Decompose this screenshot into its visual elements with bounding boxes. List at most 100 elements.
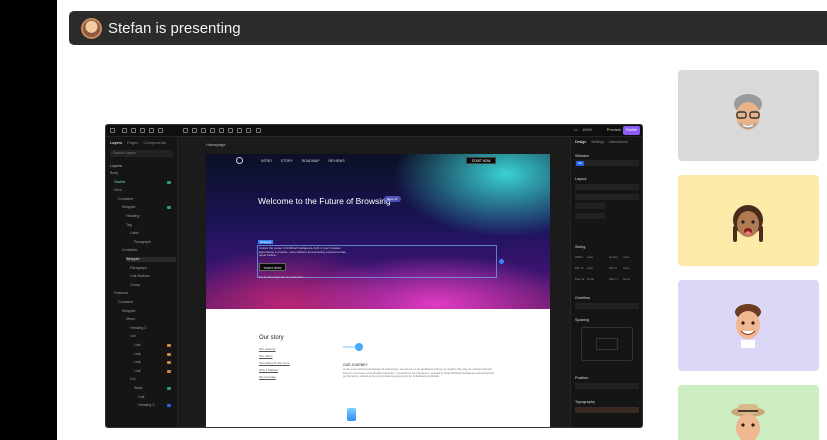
- pages-icon[interactable]: [131, 128, 136, 133]
- hero-start-button[interactable]: START NOW: [259, 263, 286, 271]
- zoom-level[interactable]: 100%: [582, 127, 592, 132]
- layer-item[interactable]: Body: [110, 171, 176, 176]
- display-toggle[interactable]: [575, 184, 639, 190]
- publish-button[interactable]: Publish: [623, 126, 640, 135]
- spacing-box[interactable]: [581, 327, 633, 361]
- layers-heading: Layers: [110, 163, 123, 168]
- story-link[interactable]: Our vision: [259, 354, 273, 358]
- layer-item[interactable]: Wrapper: [122, 309, 176, 314]
- hero-description[interactable]: Unlock the power of Artificial Intellige…: [259, 246, 349, 258]
- sizing-value[interactable]: Auto: [623, 255, 629, 259]
- layer-tag-icon: [167, 387, 171, 390]
- direction-row[interactable]: [575, 194, 639, 200]
- preview-button[interactable]: Preview: [607, 127, 621, 132]
- sizing-value[interactable]: None: [587, 277, 594, 281]
- padding-box[interactable]: [596, 338, 618, 350]
- selector-field[interactable]: Div: [575, 160, 639, 166]
- video-tool-icon[interactable]: [210, 128, 215, 133]
- sizing-value[interactable]: Auto: [623, 266, 629, 270]
- resize-handle[interactable]: [499, 259, 504, 264]
- layer-item[interactable]: Link Buttons: [130, 274, 176, 279]
- font-select[interactable]: [575, 407, 639, 413]
- layer-item[interactable]: Group: [130, 283, 176, 288]
- story-link[interactable]: Innovating AI Our Core: [259, 361, 290, 365]
- tab-components[interactable]: Components: [143, 140, 166, 145]
- logo-icon[interactable]: [110, 128, 115, 133]
- image-tool-icon[interactable]: [201, 128, 206, 133]
- components-icon[interactable]: [140, 128, 145, 133]
- code-tool-icon[interactable]: [228, 128, 233, 133]
- sizing-label: Min H: [609, 266, 617, 270]
- assets-icon[interactable]: [149, 128, 154, 133]
- gap-row[interactable]: [575, 213, 605, 219]
- nav-item-roadmap[interactable]: ROADMAP: [302, 159, 320, 163]
- sizing-value[interactable]: Auto: [587, 266, 593, 270]
- participant-tile[interactable]: [678, 70, 819, 161]
- layer-item[interactable]: Col: [130, 377, 176, 382]
- layer-item[interactable]: Container: [122, 248, 176, 253]
- layer-item[interactable]: Heading: [126, 214, 176, 219]
- nav-item-story[interactable]: STORY: [281, 159, 293, 163]
- tab-interactions[interactable]: Interactions: [609, 140, 628, 144]
- section-selector: Selector: [575, 154, 589, 158]
- layer-item[interactable]: Hero: [114, 188, 176, 193]
- text-tool-icon[interactable]: [192, 128, 197, 133]
- tab-pages[interactable]: Pages: [127, 140, 138, 145]
- layer-item[interactable]: Link: [138, 395, 176, 400]
- frame-tool-icon[interactable]: [183, 128, 188, 133]
- section-overflow: Overflow: [575, 296, 590, 300]
- layer-item[interactable]: Menu: [126, 317, 176, 322]
- layers-search-input[interactable]: Search Layers: [110, 150, 173, 157]
- participant-tile[interactable]: [678, 175, 819, 266]
- settings-tool-icon[interactable]: [256, 128, 261, 133]
- selector-chip[interactable]: Div: [576, 160, 584, 166]
- tab-layers[interactable]: Layers: [110, 140, 122, 145]
- overflow-row[interactable]: [575, 303, 639, 309]
- layer-item[interactable]: List: [130, 334, 176, 339]
- sizing-value[interactable]: None: [623, 277, 630, 281]
- hero-section[interactable]: INTRO STORY ROADMAP REVIEWS START NOW We…: [206, 154, 550, 309]
- link-tool-icon[interactable]: [219, 128, 224, 133]
- add-icon[interactable]: [122, 128, 127, 133]
- shape-tool-icon[interactable]: [237, 128, 242, 133]
- story-link[interactable]: Our Journey: [259, 347, 276, 351]
- shared-screen[interactable]: ▭ 100% Preview Publish Layers Pages Comp…: [105, 124, 643, 428]
- nav-item-intro[interactable]: INTRO: [261, 159, 272, 163]
- participant-tile[interactable]: [678, 280, 819, 371]
- align-row[interactable]: [575, 203, 605, 209]
- story-link[interactable]: Why it Matters: [259, 368, 278, 372]
- nav-item-reviews[interactable]: REVIEWS: [329, 159, 345, 163]
- layer-item[interactable]: Features: [114, 291, 176, 296]
- story-title[interactable]: Our story: [259, 335, 284, 341]
- story-toggle[interactable]: [343, 343, 364, 351]
- layer-item[interactable]: Label: [130, 231, 176, 236]
- site-logo-icon[interactable]: [236, 157, 243, 164]
- layer-item[interactable]: Tag: [126, 223, 176, 228]
- position-select[interactable]: [575, 383, 639, 389]
- canvas-area[interactable]: Homepage INTRO STORY ROADMAP REVIEWS STA…: [178, 137, 570, 427]
- page-frame[interactable]: INTRO STORY ROADMAP REVIEWS START NOW We…: [206, 154, 550, 427]
- avatar: [733, 205, 763, 242]
- participant-tile[interactable]: [678, 385, 819, 440]
- sizing-label: Height: [609, 255, 618, 259]
- hero-title[interactable]: Welcome to the Future of Browsing: [258, 196, 391, 206]
- hero-badge[interactable]: Beta V1: [384, 196, 401, 202]
- story-link[interactable]: We Innovate: [259, 375, 276, 379]
- page-label[interactable]: Homepage: [206, 142, 226, 147]
- desktop-breakpoint-icon[interactable]: ▭: [574, 127, 578, 132]
- avatar: [731, 404, 765, 440]
- story-body[interactable]: In the ever-evolving landscape of techno…: [343, 367, 498, 379]
- layer-item[interactable]: Paragraph: [130, 266, 176, 271]
- comment-tool-icon[interactable]: [246, 128, 251, 133]
- hero-small-text[interactable]: Try for Free Sign Up, no credit card: [259, 275, 303, 279]
- layer-item[interactable]: Paragraph: [134, 240, 176, 245]
- layer-item[interactable]: Container: [118, 300, 176, 305]
- cms-icon[interactable]: [158, 128, 163, 133]
- layer-item[interactable]: Container: [118, 197, 176, 202]
- layer-item[interactable]: Wrapper: [126, 257, 176, 262]
- nav-cta-button[interactable]: START NOW: [466, 157, 496, 164]
- tab-settings[interactable]: Settings: [591, 140, 604, 144]
- layer-item[interactable]: Heading 3: [130, 326, 176, 331]
- tab-design[interactable]: Design: [575, 140, 586, 144]
- sizing-value[interactable]: Auto: [587, 255, 593, 259]
